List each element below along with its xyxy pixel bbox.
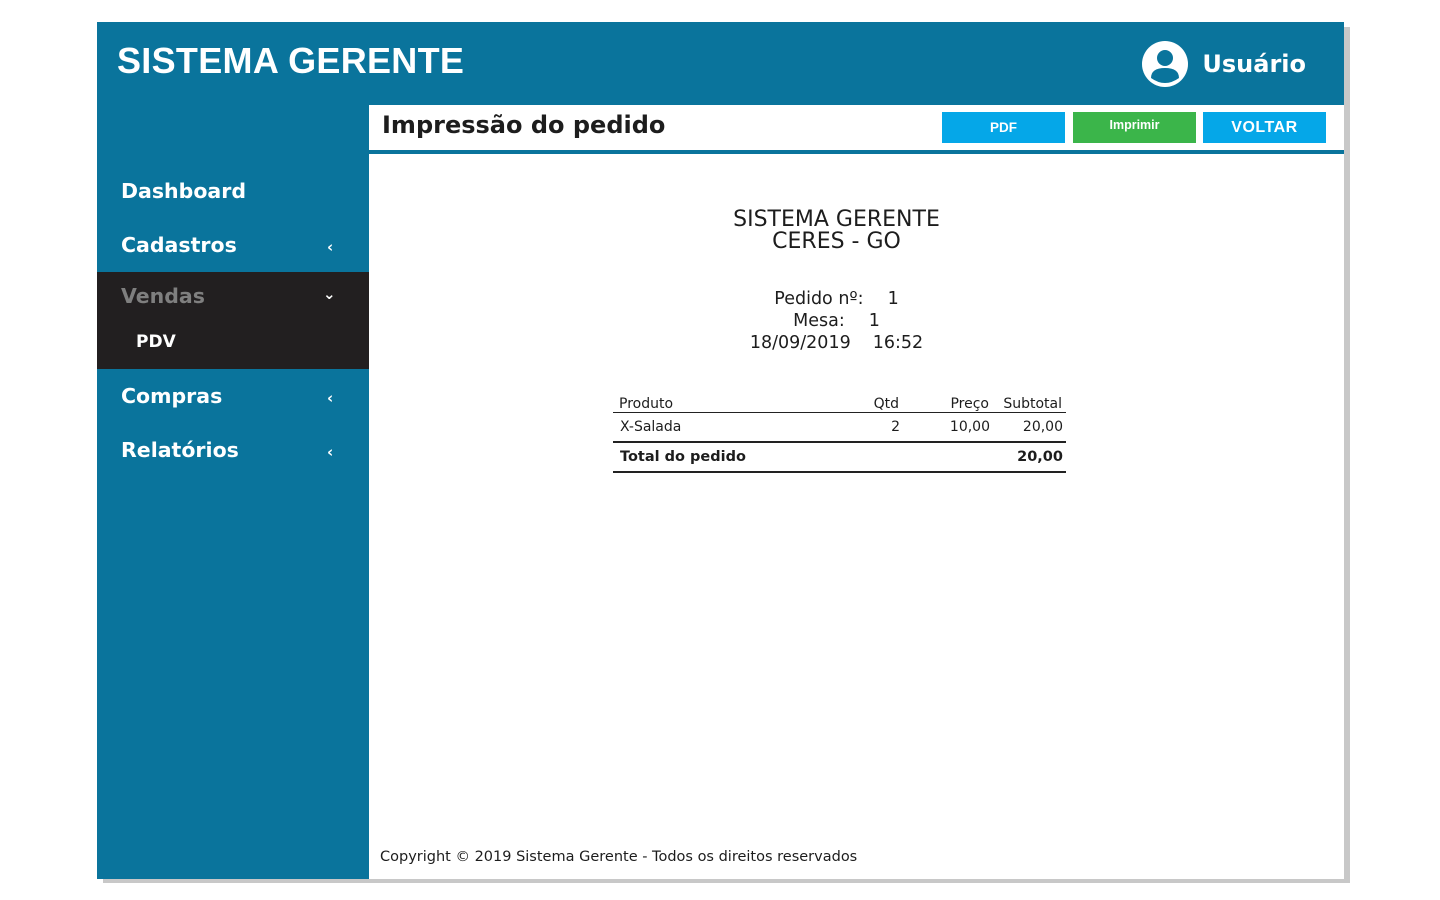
print-button[interactable]: Imprimir (1073, 112, 1196, 143)
table-row: X-Salada 2 10,00 20,00 (613, 413, 1066, 443)
sidebar-item-cadastros[interactable]: Cadastros ‹ (97, 218, 369, 272)
cell-subtotal: 20,00 (1022, 419, 1063, 435)
cell-product: X-Salada (620, 419, 682, 435)
sidebar-item-label: Dashboard (121, 179, 247, 203)
receipt-company: SISTEMA GERENTE (733, 207, 940, 232)
column-header-product: Produto (613, 387, 823, 413)
sidebar-item-label: Vendas (121, 284, 205, 308)
cell-price: 10,00 (949, 419, 990, 435)
back-button[interactable]: VOLTAR (1203, 112, 1326, 143)
column-header-price: Preço (903, 387, 993, 413)
order-items-table: Produto Qtd Preço Subtotal X-Salada 2 10… (613, 387, 1066, 473)
total-value: 20,00 (993, 441, 1066, 473)
receipt-location: CERES - GO (772, 229, 901, 254)
sidebar-item-relatorios[interactable]: Relatórios ‹ (97, 423, 369, 477)
app-window: SISTEMA GERENTE Usuário Dashboard Cadast… (97, 22, 1344, 879)
order-number: 1 (887, 289, 899, 309)
sidebar-item-label: Compras (121, 384, 223, 408)
chevron-left-icon: ‹ (327, 443, 334, 461)
chevron-down-icon: ⌄ (323, 285, 336, 303)
page-title: Impressão do pedido (382, 111, 666, 139)
order-label: Pedido nº: (774, 289, 864, 309)
sidebar-item-compras[interactable]: Compras ‹ (97, 369, 369, 423)
order-date: 18/09/2019 (749, 333, 851, 353)
column-header-qty: Qtd (823, 387, 903, 413)
brand-title: SISTEMA GERENTE (117, 40, 465, 81)
column-header-subtotal: Subtotal (993, 387, 1066, 413)
sidebar-item-vendas[interactable]: Vendas ⌄ (97, 272, 369, 320)
user-menu[interactable]: Usuário (1142, 41, 1306, 87)
chevron-left-icon: ‹ (327, 389, 334, 407)
total-label: Total do pedido (613, 441, 993, 473)
pdf-button[interactable]: PDF (942, 112, 1065, 143)
table-total-row: Total do pedido 20,00 (613, 441, 1066, 473)
sidebar: Dashboard Cadastros ‹ Vendas ⌄ PDV Compr… (97, 164, 369, 477)
order-time: 16:52 (872, 333, 924, 353)
sidebar-subitem-pdv[interactable]: PDV (136, 332, 176, 352)
cell-qty: 2 (891, 419, 900, 435)
receipt-order-number: Pedido nº: 1 (369, 288, 1304, 310)
user-avatar-icon (1142, 41, 1189, 87)
table-number: 1 (868, 311, 880, 331)
footer-copyright: Copyright © 2019 Sistema Gerente - Todos… (380, 849, 858, 865)
sidebar-item-label: Cadastros (121, 233, 237, 257)
receipt-datetime: 18/09/2019 16:52 (369, 332, 1304, 354)
table-label: Mesa: (793, 311, 845, 331)
receipt-table-number: Mesa: 1 (369, 310, 1304, 332)
chevron-left-icon: ‹ (327, 238, 334, 256)
page-header: Impressão do pedido PDF Imprimir VOLTAR (369, 105, 1344, 154)
sidebar-item-dashboard[interactable]: Dashboard (97, 164, 369, 218)
sidebar-group-vendas: Vendas ⌄ PDV (97, 272, 369, 369)
table-header-row: Produto Qtd Preço Subtotal (613, 387, 1066, 413)
sidebar-item-label: Relatórios (121, 438, 239, 462)
user-name: Usuário (1202, 50, 1306, 78)
main-content: Impressão do pedido PDF Imprimir VOLTAR … (369, 105, 1344, 879)
